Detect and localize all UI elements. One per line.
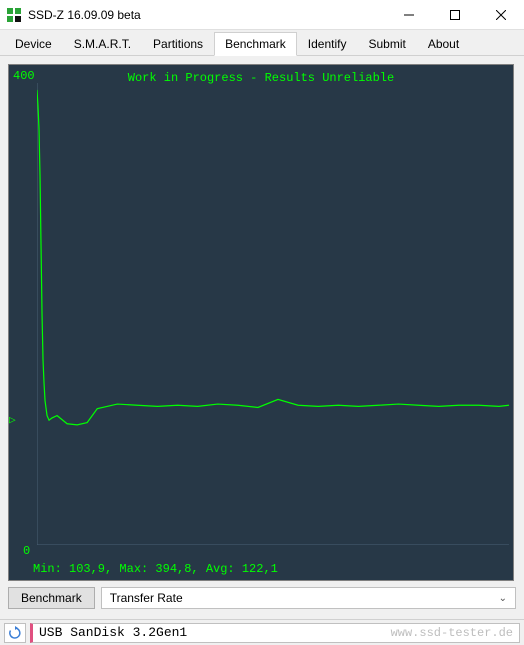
app-icon	[6, 7, 22, 23]
window-title: SSD-Z 16.09.09 beta	[28, 8, 386, 22]
tab-device[interactable]: Device	[4, 32, 63, 55]
titlebar: SSD-Z 16.09.09 beta	[0, 0, 524, 30]
content-area: Work in Progress - Results Unreliable 40…	[0, 56, 524, 617]
watermark-text: www.ssd-tester.de	[391, 626, 513, 640]
window-controls	[386, 0, 524, 29]
close-button[interactable]	[478, 0, 524, 30]
tab-smart[interactable]: S.M.A.R.T.	[63, 32, 142, 55]
tab-about[interactable]: About	[417, 32, 470, 55]
benchmark-controls: Benchmark Transfer Rate ⌄	[8, 587, 516, 609]
device-field[interactable]: USB SanDisk 3.2Gen1 www.ssd-tester.de	[30, 623, 520, 643]
device-name: USB SanDisk 3.2Gen1	[39, 625, 187, 640]
tabbar: Device S.M.A.R.T. Partitions Benchmark I…	[0, 30, 524, 56]
tab-partitions[interactable]: Partitions	[142, 32, 214, 55]
chart-y-min: 0	[23, 544, 30, 558]
statusbar: USB SanDisk 3.2Gen1 www.ssd-tester.de	[0, 619, 524, 645]
chart-y-max: 400	[13, 69, 35, 83]
benchmark-button[interactable]: Benchmark	[8, 587, 95, 609]
benchmark-mode-combo[interactable]: Transfer Rate ⌄	[101, 587, 516, 609]
maximize-button[interactable]	[432, 0, 478, 30]
chevron-down-icon: ⌄	[499, 593, 507, 604]
tab-benchmark[interactable]: Benchmark	[214, 32, 297, 56]
refresh-button[interactable]	[4, 623, 26, 643]
tab-identify[interactable]: Identify	[297, 32, 358, 55]
minimize-button[interactable]	[386, 0, 432, 30]
chart-marker-icon: ▷	[9, 413, 16, 427]
benchmark-mode-value: Transfer Rate	[110, 591, 183, 605]
chart-stats: Min: 103,9, Max: 394,8, Avg: 122,1	[33, 562, 278, 576]
benchmark-chart: Work in Progress - Results Unreliable 40…	[8, 64, 514, 581]
tab-submit[interactable]: Submit	[357, 32, 416, 55]
chart-plot	[37, 83, 509, 545]
